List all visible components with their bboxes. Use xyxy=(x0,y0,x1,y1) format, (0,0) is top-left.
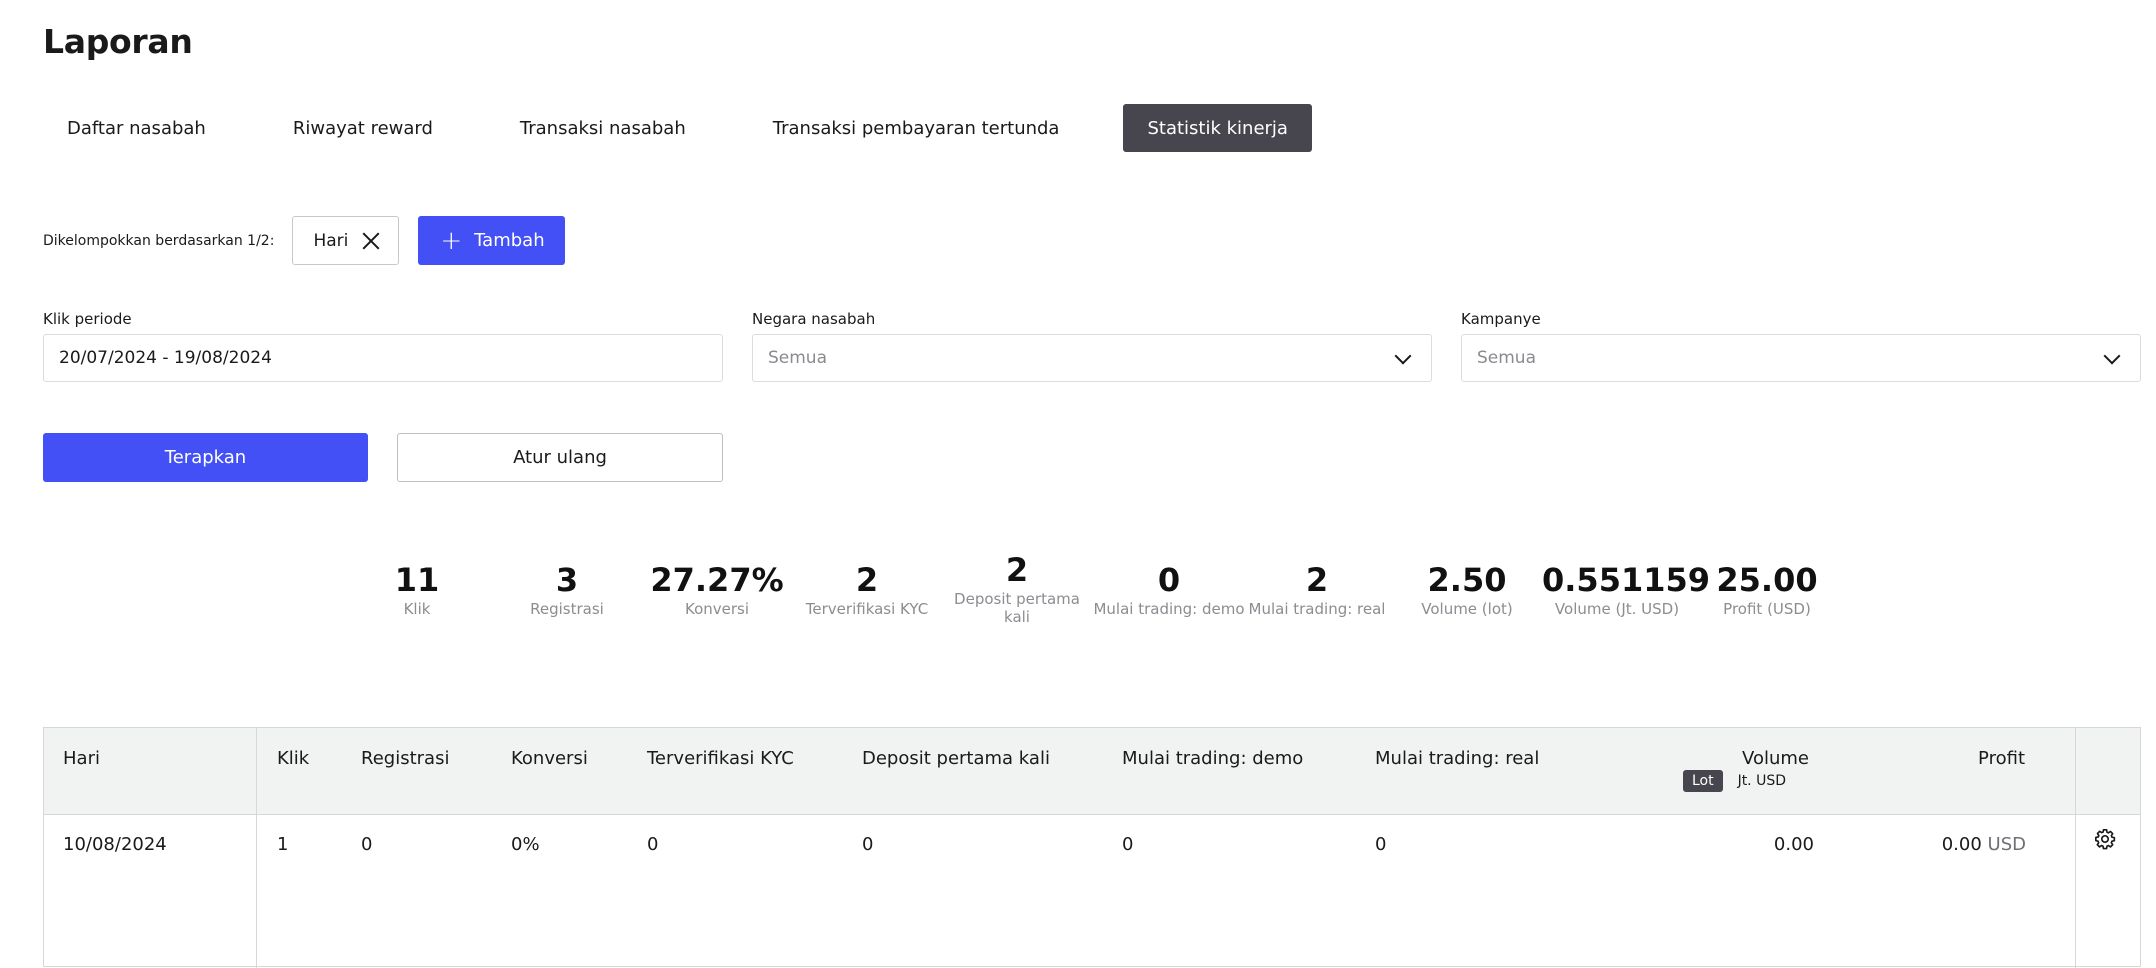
stat-label: Registrasi xyxy=(530,600,604,618)
column-divider xyxy=(256,728,257,968)
header-first-deposit[interactable]: Deposit pertama kali xyxy=(862,748,1050,769)
tab-statistik-kinerja[interactable]: Statistik kinerja xyxy=(1123,104,1312,152)
cell-conversion: 0% xyxy=(511,834,540,855)
period-field[interactable]: 20/07/2024 - 19/08/2024 xyxy=(43,334,723,382)
stat-profit: 25.00 Profit (USD) xyxy=(1692,560,1842,618)
cell-first-deposit: 0 xyxy=(862,834,874,855)
stat-value: 11 xyxy=(394,561,440,599)
stat-label: Mulai trading: real xyxy=(1248,600,1386,618)
column-divider xyxy=(2075,728,2076,968)
table-header xyxy=(44,728,2140,815)
stat-klik: 11 Klik xyxy=(342,560,492,618)
header-volume[interactable]: Volume xyxy=(1742,748,1809,769)
header-registrations[interactable]: Registrasi xyxy=(361,748,449,769)
stat-label: Volume (Jt. USD) xyxy=(1554,600,1680,618)
volume-unit-lot[interactable]: Lot xyxy=(1682,770,1723,792)
cell-kyc: 0 xyxy=(647,834,659,855)
stat-label: Mulai trading: demo xyxy=(1093,600,1245,618)
chevron-down-icon xyxy=(2106,350,2118,362)
stat-value: 25.00 xyxy=(1716,561,1818,599)
stat-kyc: 2 Terverifikasi KYC xyxy=(792,560,942,618)
stat-konversi: 27.27% Konversi xyxy=(642,560,792,618)
country-placeholder: Semua xyxy=(768,348,828,368)
campaign-select[interactable]: Semua xyxy=(1461,334,2141,382)
stat-value: 0.551159 xyxy=(1542,561,1711,599)
stat-trading-demo: 0 Mulai trading: demo xyxy=(1092,560,1246,618)
stat-trading-real: 2 Mulai trading: real xyxy=(1242,560,1392,618)
period-label: Klik periode xyxy=(43,310,132,328)
volume-unit-usd[interactable]: Jt. USD xyxy=(1729,770,1795,792)
tab-transaksi-pembayaran-tertunda[interactable]: Transaksi pembayaran tertunda xyxy=(749,104,1084,152)
group-chip-hari: Hari xyxy=(292,216,400,265)
stat-value: 3 xyxy=(555,561,579,599)
header-clicks[interactable]: Klik xyxy=(277,748,309,769)
report-tabs: Daftar nasabah Riwayat reward Transaksi … xyxy=(43,104,1312,152)
stat-label: Terverifikasi KYC xyxy=(805,600,929,618)
country-label: Negara nasabah xyxy=(752,310,876,328)
group-by-label: Dikelompokkan berdasarkan 1/2: xyxy=(43,232,275,249)
performance-table: Hari Klik Registrasi Konversi Terverifik… xyxy=(43,727,2141,968)
stat-label: Klik xyxy=(403,600,431,618)
group-by-bar: Dikelompokkan berdasarkan 1/2: Hari + Ta… xyxy=(43,216,565,265)
stat-volume-usd: 0.551159 Volume (Jt. USD) xyxy=(1542,560,1711,618)
country-select[interactable]: Semua xyxy=(752,334,1432,382)
cell-profit: 0.00 USD xyxy=(1942,834,2026,855)
campaign-label: Kampanye xyxy=(1461,310,1541,328)
stat-registrasi: 3 Registrasi xyxy=(492,560,642,618)
stat-label: Konversi xyxy=(684,600,750,618)
profit-unit: USD xyxy=(1987,834,2026,855)
stat-value: 2 xyxy=(855,561,879,599)
reset-button[interactable]: Atur ulang xyxy=(397,433,723,482)
stat-value: 27.27% xyxy=(650,561,784,599)
stat-volume-lot: 2.50 Volume (lot) xyxy=(1392,560,1542,618)
gear-icon[interactable] xyxy=(2094,828,2116,850)
tab-daftar-nasabah[interactable]: Daftar nasabah xyxy=(43,104,230,152)
header-profit[interactable]: Profit xyxy=(1978,748,2025,769)
volume-unit-toggle: Lot Jt. USD xyxy=(1677,770,1795,792)
group-chip-label: Hari xyxy=(313,230,349,251)
chevron-down-icon xyxy=(1397,350,1409,362)
header-kyc[interactable]: Terverifikasi KYC xyxy=(647,748,794,769)
cell-day: 10/08/2024 xyxy=(63,834,167,855)
header-conversion[interactable]: Konversi xyxy=(511,748,588,769)
stat-label: Volume (lot) xyxy=(1421,600,1513,618)
stat-value: 2.50 xyxy=(1427,561,1507,599)
header-trading-demo[interactable]: Mulai trading: demo xyxy=(1122,748,1303,769)
tab-transaksi-nasabah[interactable]: Transaksi nasabah xyxy=(496,104,710,152)
profit-value: 0.00 xyxy=(1941,834,1982,855)
stat-value: 2 xyxy=(1305,561,1329,599)
period-value: 20/07/2024 - 19/08/2024 xyxy=(59,348,272,368)
cell-volume: 0.00 xyxy=(1773,834,1814,855)
add-group-label: Tambah xyxy=(474,230,545,251)
cell-registrations: 0 xyxy=(361,834,373,855)
add-group-button[interactable]: + Tambah xyxy=(418,216,565,265)
page-title: Laporan xyxy=(43,22,193,61)
stat-value: 2 xyxy=(1005,551,1029,589)
plus-icon: + xyxy=(440,225,463,256)
header-trading-real[interactable]: Mulai trading: real xyxy=(1375,748,1539,769)
stat-label: Profit (USD) xyxy=(1723,600,1811,618)
stat-value: 0 xyxy=(1157,561,1181,599)
campaign-placeholder: Semua xyxy=(1477,348,1537,368)
cell-clicks: 1 xyxy=(277,834,289,855)
stat-label: Deposit pertama kali xyxy=(954,590,1080,626)
stat-deposit: 2 Deposit pertama kali xyxy=(952,550,1082,626)
cell-trading-demo: 0 xyxy=(1122,834,1134,855)
tab-riwayat-reward[interactable]: Riwayat reward xyxy=(269,104,457,152)
cell-trading-real: 0 xyxy=(1375,834,1387,855)
close-icon[interactable] xyxy=(362,232,380,250)
apply-button[interactable]: Terapkan xyxy=(43,433,368,482)
header-day[interactable]: Hari xyxy=(63,748,100,769)
